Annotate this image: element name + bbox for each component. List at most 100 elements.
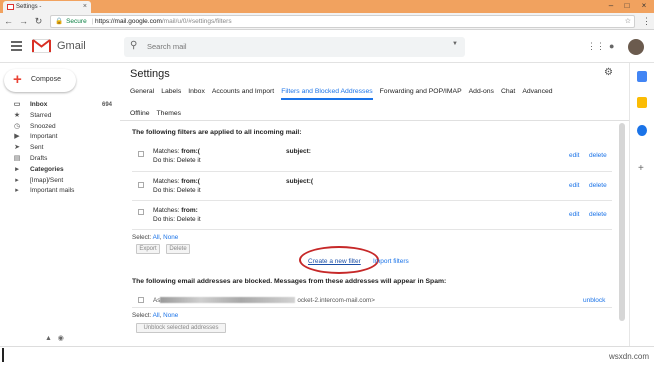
tab-accounts[interactable]: Accounts and Import xyxy=(212,88,274,95)
filter-action: Do this: Delete it xyxy=(153,157,201,164)
filter-checkbox[interactable] xyxy=(138,182,144,188)
tab-filters[interactable]: Filters and Blocked Addresses xyxy=(281,88,373,100)
compose-plus-icon: + xyxy=(13,71,22,88)
from-label: from: xyxy=(181,207,198,214)
back-icon[interactable]: ← xyxy=(3,15,14,27)
reload-icon[interactable]: ↻ xyxy=(33,15,44,27)
gmail-wordmark: Gmail xyxy=(57,40,86,52)
tab-inbox[interactable]: Inbox xyxy=(188,88,205,95)
edit-link[interactable]: edit xyxy=(569,182,579,189)
sidebar-item-sent[interactable]: ➤ Sent xyxy=(0,143,120,154)
hangouts-icons[interactable]: ▲ ◉ xyxy=(45,334,64,342)
tab-forwarding[interactable]: Forwarding and POP/IMAP xyxy=(380,88,462,95)
label-icon: ▸ xyxy=(15,165,19,173)
edit-link[interactable]: edit xyxy=(569,152,579,159)
browser-tabstrip: Settings - × – □ × xyxy=(0,0,654,13)
address-bar[interactable]: 🔒 Secure | https://mail.google.com/mail/u… xyxy=(50,15,635,28)
import-filters-link[interactable]: Import filters xyxy=(373,258,409,265)
filter-row: Matches: from: Do this: Delete it edit d… xyxy=(132,201,612,230)
compose-button[interactable]: + Compose xyxy=(4,69,76,92)
edit-link[interactable]: edit xyxy=(569,211,579,218)
delete-button[interactable]: Delete xyxy=(166,244,190,254)
apps-grid-icon[interactable]: ⋮⋮ xyxy=(587,41,605,52)
tab-themes[interactable]: Themes xyxy=(157,110,182,117)
tasks-icon[interactable] xyxy=(637,125,647,136)
unblock-link[interactable]: unblock xyxy=(583,297,605,304)
gmail-favicon-icon xyxy=(7,4,14,10)
sidebar-item-imap-sent[interactable]: ▸ [Imap]/Sent xyxy=(0,176,120,187)
forward-icon[interactable]: → xyxy=(18,15,29,27)
select-none-link[interactable]: None xyxy=(163,312,178,319)
blocked-row: As ocket-2.intercom-mail.com> unblock xyxy=(132,293,612,308)
sidebar-item-label: Inbox xyxy=(30,101,48,108)
delete-link[interactable]: delete xyxy=(589,211,607,218)
from-label: from:( xyxy=(181,178,200,185)
blocked-address-prefix: As xyxy=(153,297,161,304)
filter-action: Do this: Delete it xyxy=(153,187,201,194)
search-icon[interactable]: ⚲ xyxy=(130,40,137,51)
browser-tab[interactable]: Settings - × xyxy=(3,1,91,13)
delete-link[interactable]: delete xyxy=(589,152,607,159)
filter-criteria: Matches: from:( xyxy=(153,178,200,185)
blocked-address: As ocket-2.intercom-mail.com> xyxy=(153,297,375,304)
tab-labels[interactable]: Labels xyxy=(161,88,181,95)
sidebar-item-drafts[interactable]: ▤ Drafts xyxy=(0,154,120,165)
matches-label: Matches: xyxy=(153,148,180,155)
add-addon-icon[interactable]: + xyxy=(638,163,644,174)
draft-icon: ▤ xyxy=(13,154,21,162)
maximize-icon[interactable]: □ xyxy=(620,0,634,12)
gear-icon[interactable]: ⚙ xyxy=(604,67,613,78)
search-bar[interactable]: ⚲ Search mail ▼ xyxy=(124,37,465,57)
export-button[interactable]: Export xyxy=(136,244,160,254)
settings-panel: Settings ⚙ General Labels Inbox Accounts an… xyxy=(120,63,629,346)
scrollbar[interactable] xyxy=(619,123,625,321)
bottom-bar xyxy=(0,346,654,367)
sidebar-item-inbox[interactable]: ▭ Inbox 694 xyxy=(0,100,120,111)
sidebar-item-important-mails[interactable]: ▸ Important mails xyxy=(0,186,120,197)
clock-icon: ◷ xyxy=(13,122,21,130)
tab-addons[interactable]: Add-ons xyxy=(469,88,494,95)
side-panel: + xyxy=(629,63,654,346)
tab-offline[interactable]: Offline xyxy=(130,110,150,117)
tab-chat[interactable]: Chat xyxy=(501,88,515,95)
sidebar-item-categories[interactable]: ▸ Categories xyxy=(0,165,120,176)
avatar[interactable] xyxy=(628,39,644,55)
minimize-icon[interactable]: – xyxy=(604,0,618,12)
filter-checkbox[interactable] xyxy=(138,209,144,215)
watermark: wsxdn.com xyxy=(608,352,649,361)
notifications-icon[interactable]: ● xyxy=(609,41,614,51)
filter-checkbox[interactable] xyxy=(138,151,144,157)
bookmark-star-icon[interactable]: ☆ xyxy=(625,16,631,27)
browser-menu-icon[interactable]: ⋮ xyxy=(641,15,652,27)
tab-close-icon[interactable]: × xyxy=(83,1,87,13)
sidebar-item-label: Categories xyxy=(30,165,64,173)
blocked-select-row: Select: All, None xyxy=(132,312,179,319)
tab-advanced[interactable]: Advanced xyxy=(522,88,552,95)
select-none-link[interactable]: None xyxy=(163,234,178,241)
delete-link[interactable]: delete xyxy=(589,182,607,189)
blocked-checkbox[interactable] xyxy=(138,297,144,303)
select-all-link[interactable]: All xyxy=(153,312,160,319)
matches-label: Matches: xyxy=(153,207,180,214)
gmail-header: Gmail ⚲ Search mail ▼ ⋮⋮ ● xyxy=(0,30,654,63)
sidebar-item-starred[interactable]: ★ Starred xyxy=(0,111,120,122)
select-label: Select: xyxy=(132,312,152,319)
calendar-icon[interactable] xyxy=(637,71,647,82)
keep-icon[interactable] xyxy=(637,97,647,108)
unblock-selected-button[interactable]: Unblock selected addresses xyxy=(136,323,226,333)
sidebar-item-important[interactable]: ▶ Important xyxy=(0,132,120,143)
window-close-icon[interactable]: × xyxy=(637,0,651,12)
search-options-icon[interactable]: ▼ xyxy=(452,41,458,47)
main-menu-icon[interactable] xyxy=(11,41,22,53)
select-all-link[interactable]: All xyxy=(153,234,160,241)
compose-label: Compose xyxy=(31,76,61,83)
edge-marker xyxy=(2,348,4,362)
filter-criteria: Matches: from: xyxy=(153,207,198,214)
gmail-logo-icon xyxy=(32,39,51,53)
search-input[interactable]: Search mail xyxy=(147,42,187,51)
lock-icon: 🔒 xyxy=(55,18,64,25)
unread-count: 694 xyxy=(101,102,112,108)
tab-general[interactable]: General xyxy=(130,88,154,95)
create-filter-link[interactable]: Create a new filter xyxy=(308,258,361,265)
sidebar-item-snoozed[interactable]: ◷ Snoozed xyxy=(0,122,120,133)
